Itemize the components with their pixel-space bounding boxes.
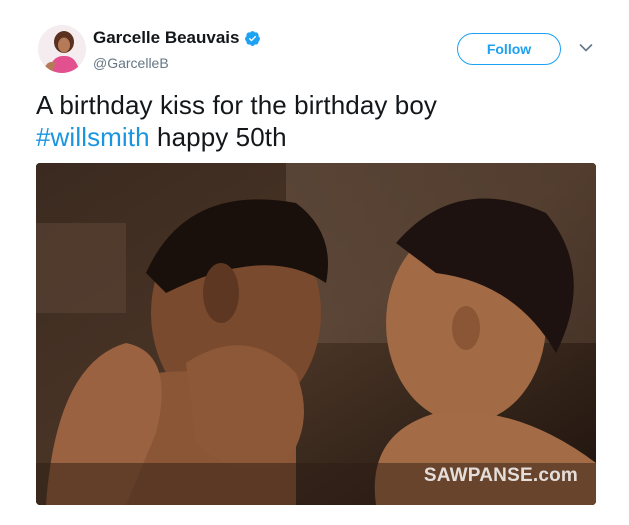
display-name-text: Garcelle Beauvais: [93, 28, 240, 47]
avatar[interactable]: [38, 25, 86, 73]
hashtag-link[interactable]: #willsmith: [36, 122, 150, 152]
chevron-down-icon[interactable]: [579, 43, 593, 53]
display-name[interactable]: Garcelle Beauvais: [93, 28, 261, 48]
media-photo: [36, 163, 596, 505]
avatar-image: [38, 25, 86, 73]
tweet-media-image[interactable]: SAWPANSE.com: [36, 163, 596, 505]
follow-button[interactable]: Follow: [457, 33, 561, 65]
verified-badge-icon: [245, 30, 261, 46]
tweet-text: A birthday kiss for the birthday boy #wi…: [36, 89, 596, 153]
media-watermark: SAWPANSE.com: [423, 465, 578, 486]
tweet-text-body: A birthday kiss for the birthday boy: [36, 90, 438, 120]
tweet-text-tail: happy 50th: [149, 122, 287, 152]
user-handle[interactable]: @GarcelleB: [93, 55, 169, 71]
